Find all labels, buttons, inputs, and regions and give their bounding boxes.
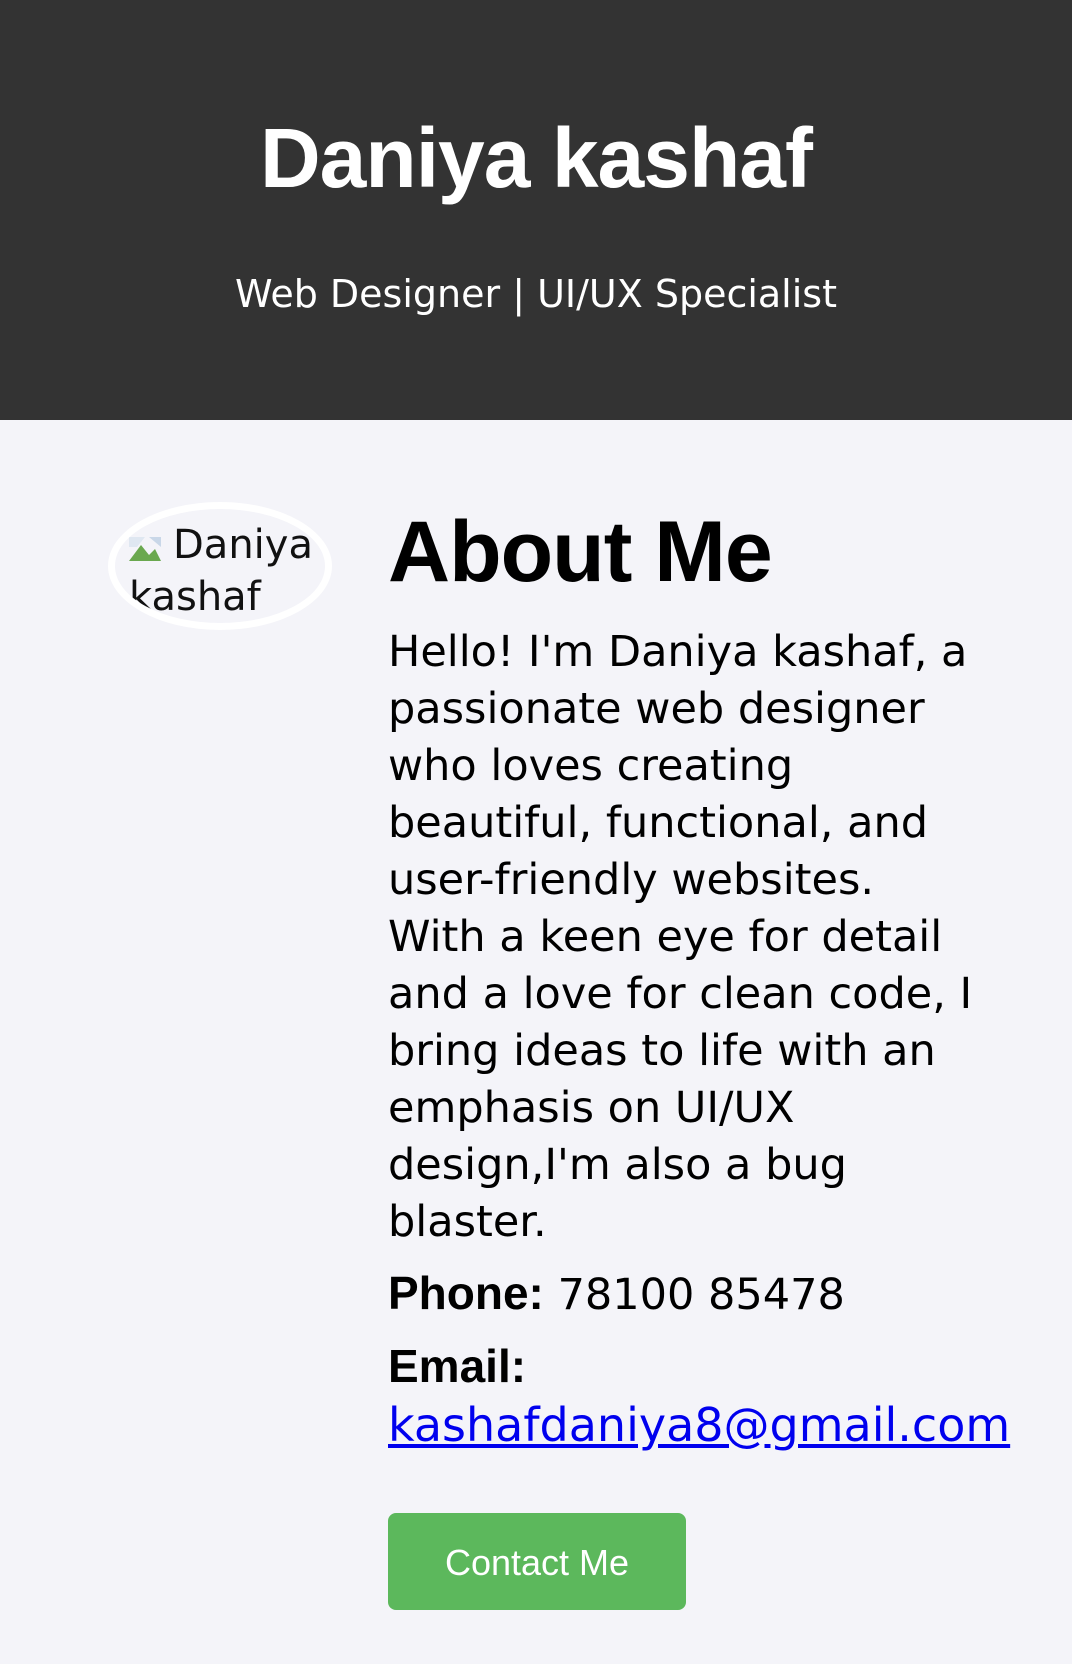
phone-value: 78100 85478 [557,1270,845,1320]
page-subtitle: Web Designer | UI/UX Specialist [234,272,837,316]
phone-label: Phone: [388,1267,544,1319]
page-title: Daniya kashaf [260,111,813,205]
email-label: Email: [388,1340,527,1392]
site-header: Daniya kashaf Web Designer | UI/UX Speci… [0,0,1072,420]
profile-image-alt-text: Daniya kashaf [129,522,313,620]
email-link[interactable]: kashafdaniya8@gmail.com [388,1398,1010,1452]
about-heading: About Me [388,504,773,600]
profile-image: Daniya kashaf [108,502,332,630]
about-section: About Me Hello! I'm Daniya kashaf, a pas… [388,500,1010,1456]
email-row: Email: kashafdaniya8@gmail.com [388,1338,1010,1456]
contact-me-button[interactable]: Contact Me [388,1513,686,1610]
phone-row: Phone: 78100 85478 [388,1265,988,1324]
about-description: Hello! I'm Daniya kashaf, a passionate w… [388,627,973,1247]
